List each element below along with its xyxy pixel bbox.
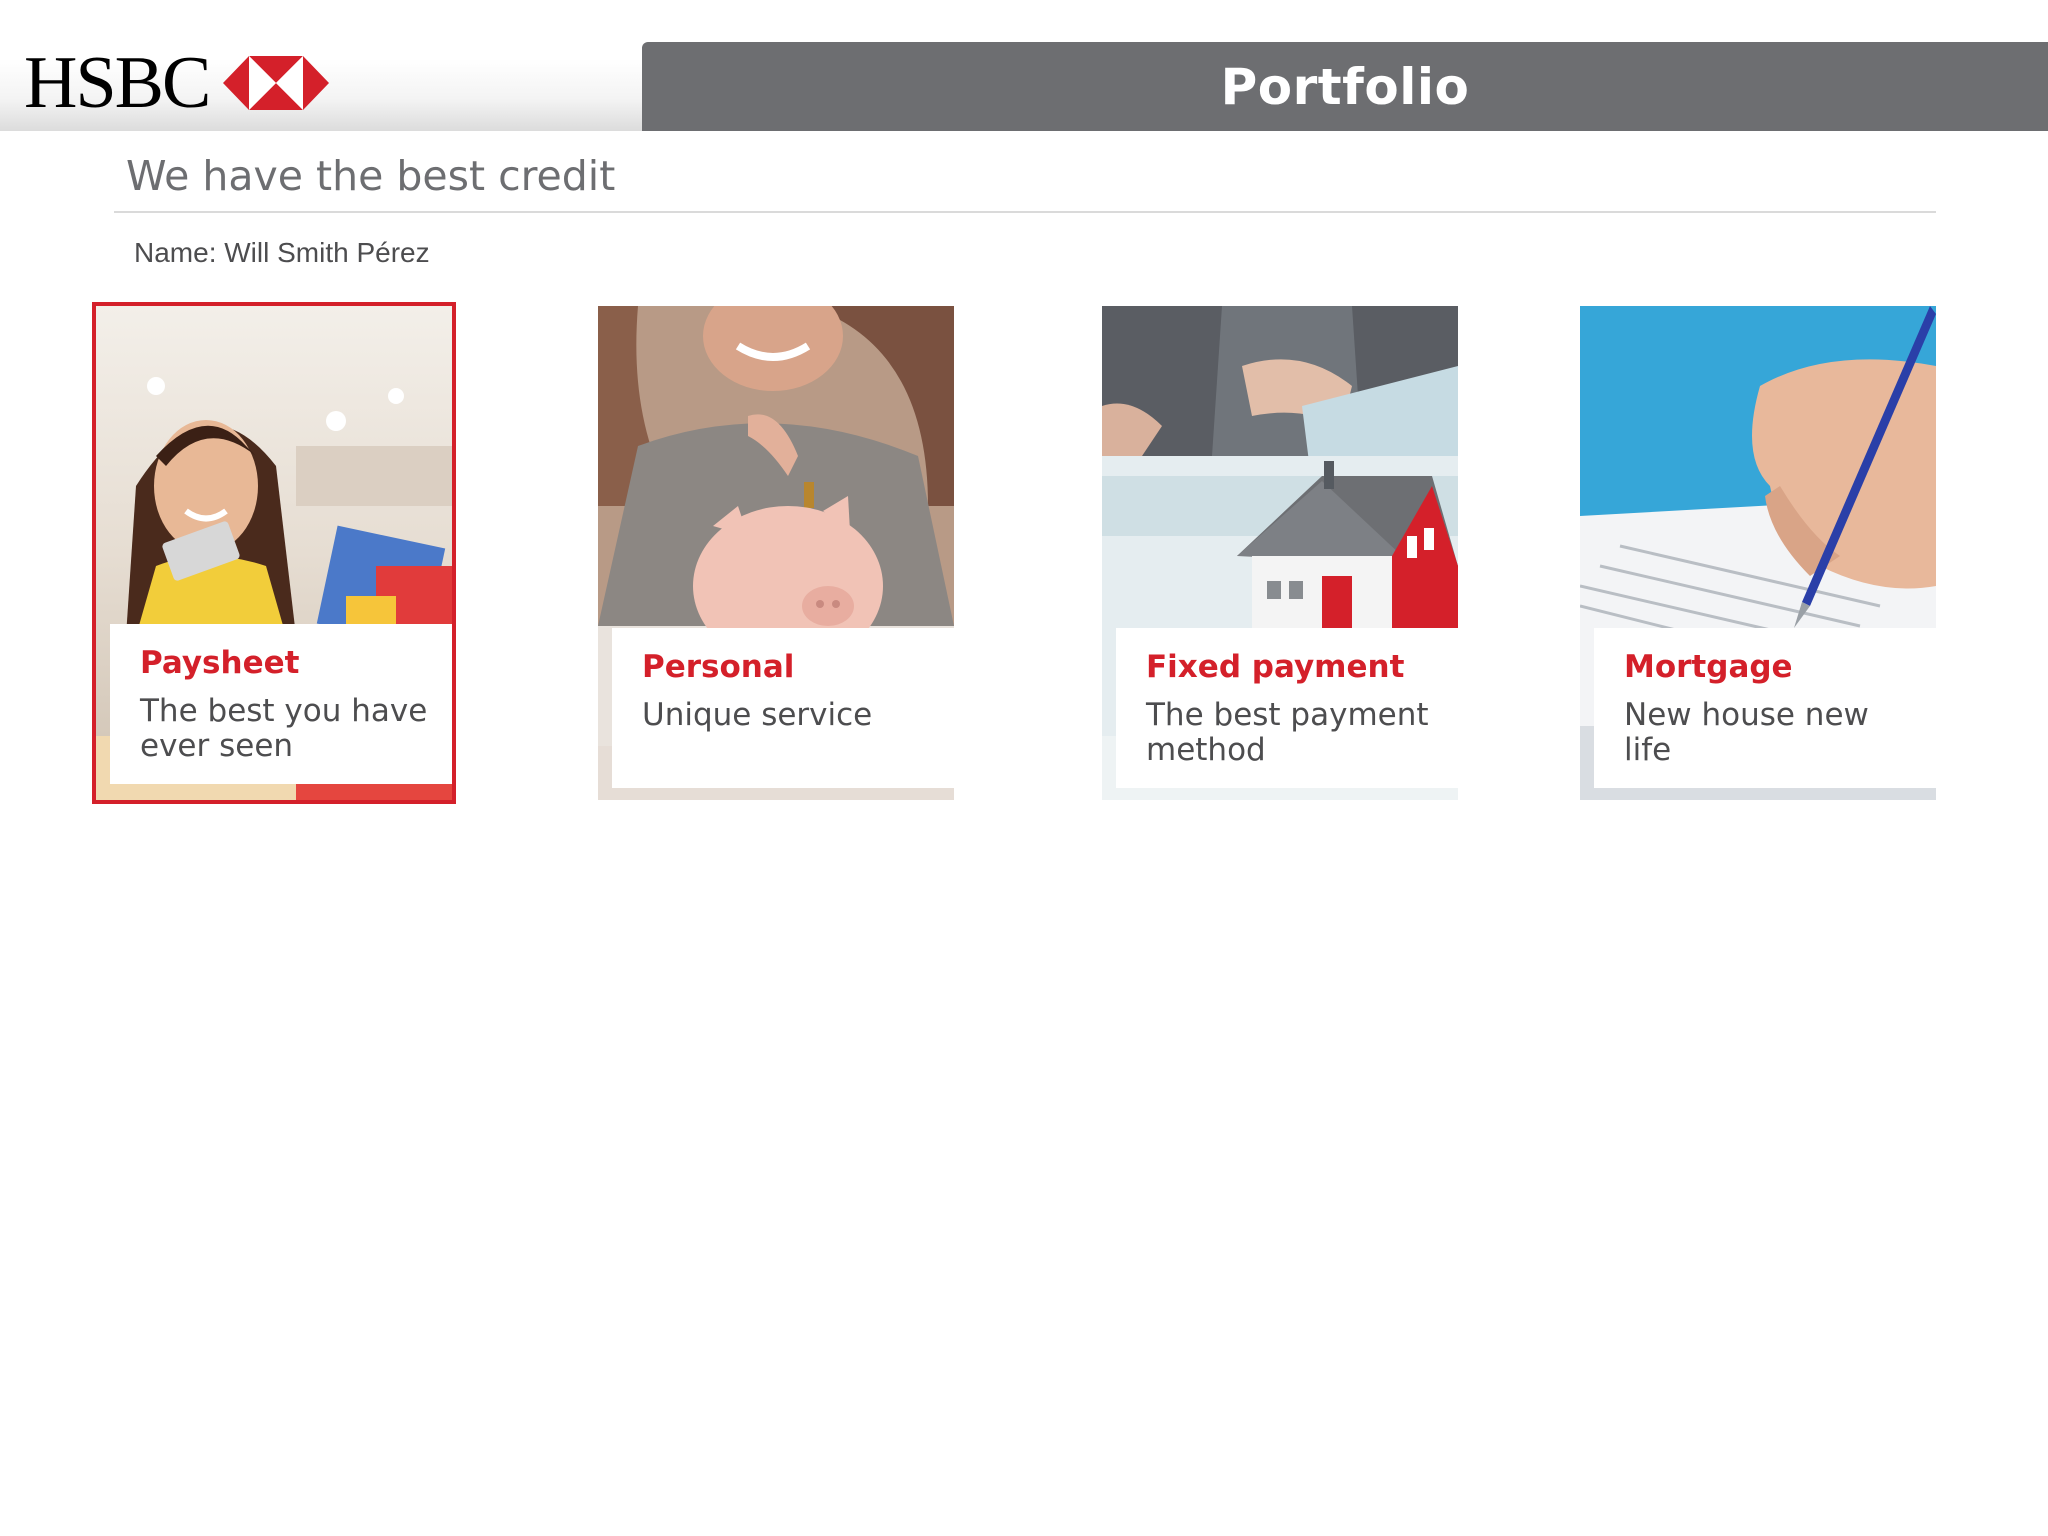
card-title: Fixed payment bbox=[1146, 649, 1405, 685]
hexagon-logo-icon bbox=[223, 56, 330, 110]
card-title: Paysheet bbox=[140, 645, 300, 681]
brand-wordmark: HSBC bbox=[24, 42, 211, 124]
card-description: Unique service bbox=[642, 697, 873, 733]
card-title: Personal bbox=[642, 649, 795, 685]
card-mortgage[interactable]: Mortgage New house new life bbox=[1580, 306, 1936, 800]
page-title: Portfolio bbox=[1220, 57, 1470, 116]
portfolio-screen: HSBC Portfolio We have the best credit N… bbox=[0, 0, 2048, 1536]
card-description: The best payment method bbox=[1146, 697, 1429, 768]
card-description: New house new life bbox=[1624, 697, 1869, 768]
divider bbox=[114, 211, 1936, 213]
card-caption: Paysheet The best you have ever seen bbox=[110, 624, 452, 784]
card-paysheet[interactable]: Paysheet The best you have ever seen bbox=[92, 302, 456, 804]
card-title: Mortgage bbox=[1624, 649, 1793, 685]
card-fixed-payment[interactable]: Fixed payment The best payment method bbox=[1102, 306, 1458, 800]
hsbc-logo: HSBC bbox=[24, 42, 330, 124]
card-caption: Mortgage New house new life bbox=[1594, 628, 1936, 788]
client-name: Name: Will Smith Pérez bbox=[134, 237, 430, 268]
title-bar: Portfolio bbox=[642, 42, 2048, 131]
card-caption: Personal Unique service bbox=[612, 628, 954, 788]
card-caption: Fixed payment The best payment method bbox=[1116, 628, 1458, 788]
card-description: The best you have ever seen bbox=[140, 693, 428, 764]
card-personal[interactable]: Personal Unique service bbox=[598, 306, 954, 800]
tagline: We have the best credit bbox=[126, 152, 616, 200]
header-logo-area: HSBC bbox=[0, 0, 642, 131]
